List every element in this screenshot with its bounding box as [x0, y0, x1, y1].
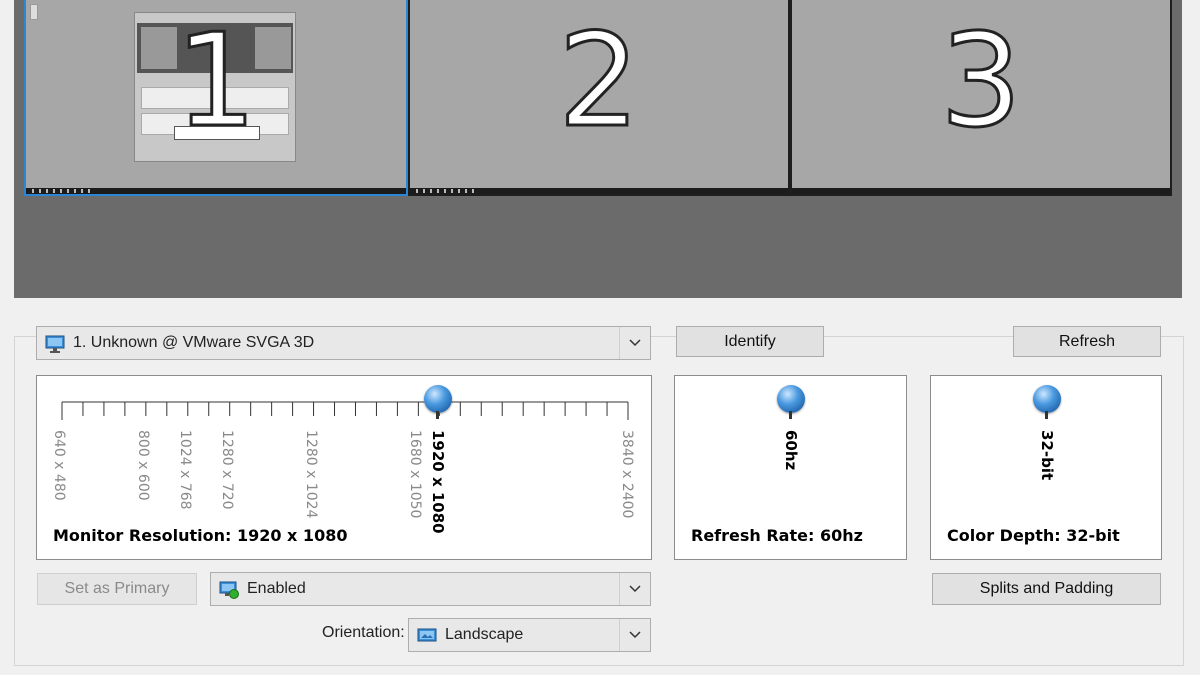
monitor-2-tile[interactable]: 2	[408, 0, 790, 196]
refresh-rate-slider-thumb[interactable]	[777, 385, 805, 419]
tick-label: 3840 x 2400	[619, 430, 635, 519]
refresh-rate-label: Refresh Rate: 60hz	[691, 526, 863, 545]
chevron-down-icon[interactable]	[619, 573, 650, 605]
identify-button[interactable]: Identify	[676, 326, 824, 357]
monitor-3-number: 3	[939, 6, 1023, 158]
monitor-2-number: 2	[557, 6, 641, 158]
orientation-value: Landscape	[445, 626, 524, 643]
monitor-1-taskbar	[26, 188, 406, 194]
tick-label: 1680 x 1050	[407, 430, 423, 519]
splits-and-padding-button[interactable]: Splits and Padding	[932, 573, 1161, 605]
monitor-status-value: Enabled	[247, 580, 306, 597]
color-depth-value: 32-bit	[1038, 430, 1056, 481]
chevron-down-icon[interactable]	[619, 619, 650, 651]
refresh-rate-value: 60hz	[782, 430, 800, 471]
selected-resolution-label: 1920 x 1080	[429, 430, 447, 534]
set-as-primary-button[interactable]: Set as Primary	[37, 573, 197, 605]
color-depth-slider-thumb[interactable]	[1033, 385, 1061, 419]
monitor-1-thumbnail-bar	[174, 126, 260, 140]
resolution-slider-thumb[interactable]	[424, 385, 452, 419]
monitor-3-tile[interactable]: 3	[790, 0, 1172, 196]
resolution-slider-track[interactable]	[37, 376, 651, 436]
monitor-enabled-icon	[219, 581, 239, 599]
tick-label: 800 x 600	[135, 430, 151, 501]
display-select-value: 1. Unknown @ VMware SVGA 3D	[73, 334, 315, 351]
color-depth-panel: 32-bit Color Depth: 32-bit	[930, 375, 1162, 560]
resolution-panel: 640 x 480 800 x 600 1024 x 768 1280 x 72…	[36, 375, 652, 560]
refresh-button[interactable]: Refresh	[1013, 326, 1161, 357]
display-select[interactable]: 1. Unknown @ VMware SVGA 3D	[36, 326, 651, 360]
monitor-1-tile[interactable]: 1	[24, 0, 408, 196]
chevron-down-icon[interactable]	[619, 327, 650, 359]
monitor-2-taskbar	[410, 188, 788, 194]
monitor-icon	[45, 335, 65, 353]
color-depth-label: Color Depth: 32-bit	[947, 526, 1120, 545]
tick-label: 1024 x 768	[177, 430, 193, 510]
monitor-status-select[interactable]: Enabled	[210, 572, 651, 606]
refresh-rate-panel: 60hz Refresh Rate: 60hz	[674, 375, 907, 560]
tick-label: 1280 x 1024	[303, 430, 319, 519]
orientation-select[interactable]: Landscape	[408, 618, 651, 652]
tick-label: 1280 x 720	[219, 430, 235, 510]
monitor-3-taskbar	[792, 188, 1170, 194]
tick-label: 640 x 480	[51, 430, 67, 501]
orientation-label: Orientation:	[322, 624, 405, 641]
landscape-icon	[417, 627, 437, 643]
monitor-resolution-label: Monitor Resolution: 1920 x 1080	[53, 526, 348, 545]
monitor-layout-preview: 1 2 3	[14, 0, 1182, 298]
